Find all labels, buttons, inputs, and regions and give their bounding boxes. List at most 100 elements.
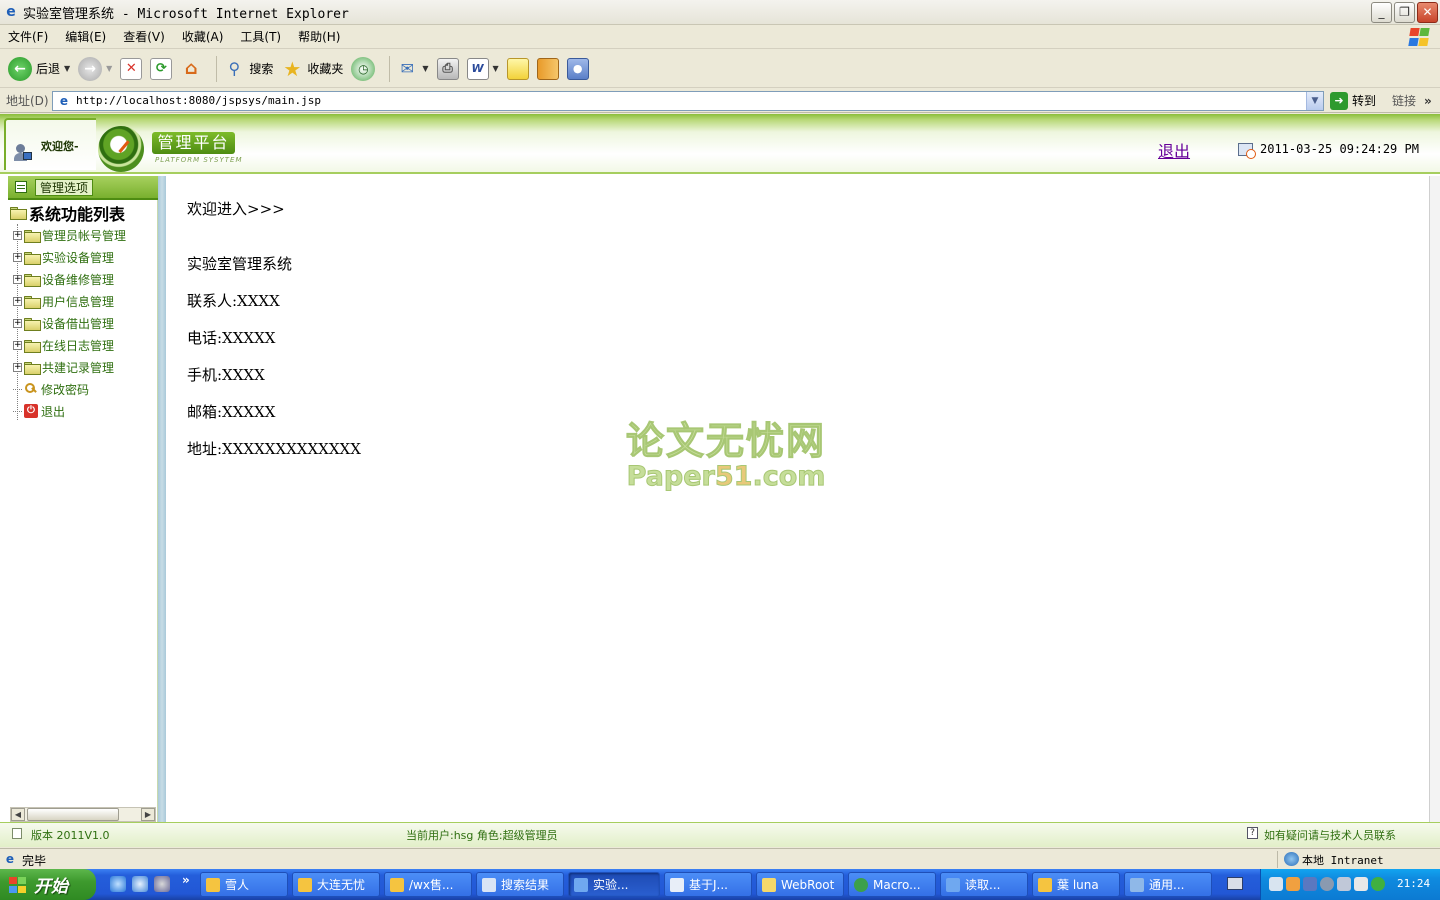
- frame-splitter[interactable]: [158, 176, 166, 822]
- task-reading[interactable]: 读取...: [940, 872, 1028, 897]
- task-dalian[interactable]: 大连无忧: [292, 872, 380, 897]
- window-controls: _ ❐ ✕: [1371, 2, 1438, 23]
- mail-button[interactable]: ✉ ▼: [396, 54, 429, 84]
- tray-monitor-icon[interactable]: [1303, 877, 1317, 891]
- messenger-button[interactable]: ●: [566, 54, 589, 84]
- browser-toolbar: ← 后退 ▼ → ▼ ✕ ⟳ ⌂ ⚲ 搜索 ★ 收藏夹 ◷ ✉ ▼ ⎙ W ▼: [0, 50, 1440, 88]
- task-luna[interactable]: 葉 luna: [1032, 872, 1120, 897]
- sidebar-item-change-password[interactable]: 修改密码: [8, 378, 158, 400]
- taskbar-clock[interactable]: 21:24: [1397, 877, 1430, 890]
- menu-tools[interactable]: 工具(T): [240, 28, 281, 45]
- address-url[interactable]: http://localhost:8080/jspsys/main.jsp: [76, 94, 321, 107]
- favorites-button[interactable]: ★ 收藏夹: [281, 54, 343, 84]
- expand-plus-icon[interactable]: +: [13, 230, 22, 240]
- tree-root[interactable]: 系统功能列表: [8, 202, 158, 224]
- quicklaunch-ie-icon[interactable]: [110, 876, 126, 892]
- search-button[interactable]: ⚲ 搜索: [223, 54, 273, 84]
- menu-view[interactable]: 查看(V): [123, 28, 165, 45]
- address-dropdown-icon[interactable]: ▼: [1306, 91, 1323, 110]
- task-macromedia[interactable]: Macro...: [848, 872, 936, 897]
- tray-app-icon[interactable]: [1354, 877, 1368, 891]
- edit-button[interactable]: W ▼: [466, 54, 499, 84]
- stop-button[interactable]: ✕: [120, 54, 143, 84]
- menu-edit[interactable]: 编辑(E): [65, 28, 106, 45]
- sidebar-item-user-info[interactable]: + 用户信息管理: [8, 290, 158, 312]
- sidebar-item-joint-records[interactable]: + 共建记录管理: [8, 356, 158, 378]
- watermark-domain: Paper51.com: [626, 461, 826, 493]
- postal-address: 地址:XXXXXXXXXXXXX: [187, 440, 361, 458]
- task-word-doc[interactable]: 基于J...: [664, 872, 752, 897]
- security-zone[interactable]: 本地 Intranet: [1302, 852, 1384, 868]
- back-button[interactable]: ← 后退 ▼: [8, 54, 70, 84]
- quicklaunch-chevron-icon[interactable]: »: [182, 873, 190, 887]
- tray-network-icon[interactable]: [1269, 877, 1283, 891]
- sidebar-item-equipment-lending[interactable]: + 设备借出管理: [8, 312, 158, 334]
- page-vertical-scrollbar[interactable]: [1430, 176, 1440, 822]
- expand-plus-icon[interactable]: +: [13, 274, 22, 284]
- messenger-icon: ●: [566, 57, 589, 80]
- sidebar-item-equipment-repair[interactable]: + 设备维修管理: [8, 268, 158, 290]
- printer-icon: ⎙: [436, 57, 459, 80]
- power-exit-icon: ⏻: [24, 404, 38, 418]
- menu-file[interactable]: 文件(F): [8, 28, 48, 45]
- links-button[interactable]: 链接: [1392, 92, 1416, 109]
- edit-dropdown-icon[interactable]: ▼: [493, 64, 499, 73]
- address-input[interactable]: e http://localhost:8080/jspsys/main.jsp …: [52, 90, 1324, 111]
- task-snowman[interactable]: 雪人: [200, 872, 288, 897]
- sidebar-horizontal-scrollbar[interactable]: ◀ ▶: [10, 807, 156, 822]
- tray-shield-icon[interactable]: [1320, 877, 1334, 891]
- sidebar-item-lab-equipment[interactable]: + 实验设备管理: [8, 246, 158, 268]
- expand-plus-icon[interactable]: +: [13, 252, 22, 262]
- menu-help[interactable]: 帮助(H): [298, 28, 340, 45]
- refresh-icon: ⟳: [150, 57, 173, 80]
- discuss-button[interactable]: [506, 54, 529, 84]
- menu-favorites[interactable]: 收藏(A): [182, 28, 224, 45]
- sidebar-header-label[interactable]: 管理选项: [35, 179, 94, 196]
- research-button[interactable]: [536, 54, 559, 84]
- expand-plus-icon[interactable]: +: [13, 296, 22, 306]
- forward-button[interactable]: → ▼: [78, 54, 112, 84]
- home-button[interactable]: ⌂: [180, 54, 202, 84]
- task-lab-system[interactable]: 实验...: [568, 872, 660, 897]
- task-wx[interactable]: /wx售...: [384, 872, 472, 897]
- system-name: 实验室管理系统: [187, 255, 293, 273]
- print-button[interactable]: ⎙: [436, 54, 459, 84]
- start-button[interactable]: 开始: [0, 869, 96, 900]
- history-button[interactable]: ◷: [351, 54, 376, 84]
- mail-dropdown-icon[interactable]: ▼: [422, 64, 428, 73]
- close-button[interactable]: ✕: [1417, 2, 1438, 23]
- expand-plus-icon[interactable]: +: [13, 318, 22, 328]
- folder-icon: [762, 877, 776, 892]
- sidebar-item-exit[interactable]: ⏻ 退出: [8, 400, 158, 422]
- scroll-thumb[interactable]: [27, 808, 119, 821]
- quicklaunch-media-icon[interactable]: [154, 876, 170, 892]
- minimize-button[interactable]: _: [1371, 2, 1392, 23]
- task-webroot[interactable]: WebRoot: [756, 872, 844, 897]
- restore-button[interactable]: ❐: [1394, 2, 1415, 23]
- tray-qq-icon[interactable]: [1286, 877, 1300, 891]
- scroll-left-icon[interactable]: ◀: [11, 808, 25, 821]
- tray-update-icon[interactable]: [1371, 877, 1385, 891]
- help-icon: ?: [1247, 827, 1258, 839]
- expand-plus-icon[interactable]: +: [13, 362, 22, 372]
- tray-volume-icon[interactable]: [1337, 877, 1351, 891]
- chevron-right-icon[interactable]: »: [1424, 94, 1432, 108]
- sidebar-item-online-log[interactable]: + 在线日志管理: [8, 334, 158, 356]
- expand-plus-icon[interactable]: +: [13, 340, 22, 350]
- sidebar: 管理选项 系统功能列表 + 管理员帐号管理 + 实验设备管理 + 设备维修管理: [8, 176, 158, 822]
- forward-dropdown-icon[interactable]: ▼: [106, 64, 112, 73]
- back-dropdown-icon[interactable]: ▼: [64, 64, 70, 73]
- quicklaunch-desktop-icon[interactable]: [132, 876, 148, 892]
- window-title: 实验室管理系统 - Microsoft Internet Explorer: [23, 6, 349, 22]
- scroll-right-icon[interactable]: ▶: [141, 808, 155, 821]
- go-button[interactable]: ➜ 转到: [1330, 91, 1376, 110]
- refresh-button[interactable]: ⟳: [150, 54, 173, 84]
- keyboard-icon[interactable]: [1227, 877, 1243, 890]
- help-text: 如有疑问请与技术人员联系: [1264, 829, 1396, 842]
- logout-link[interactable]: 退出: [1158, 138, 1190, 162]
- sidebar-item-admin-accounts[interactable]: + 管理员帐号管理: [8, 224, 158, 246]
- folder-icon: [24, 295, 41, 309]
- task-general[interactable]: 通用...: [1124, 872, 1212, 897]
- page-header: 欢迎您- 管理平台 PLATFORM SYSYTEM 退出 2011-03-25…: [0, 114, 1440, 174]
- task-search-results[interactable]: 搜索结果: [476, 872, 564, 897]
